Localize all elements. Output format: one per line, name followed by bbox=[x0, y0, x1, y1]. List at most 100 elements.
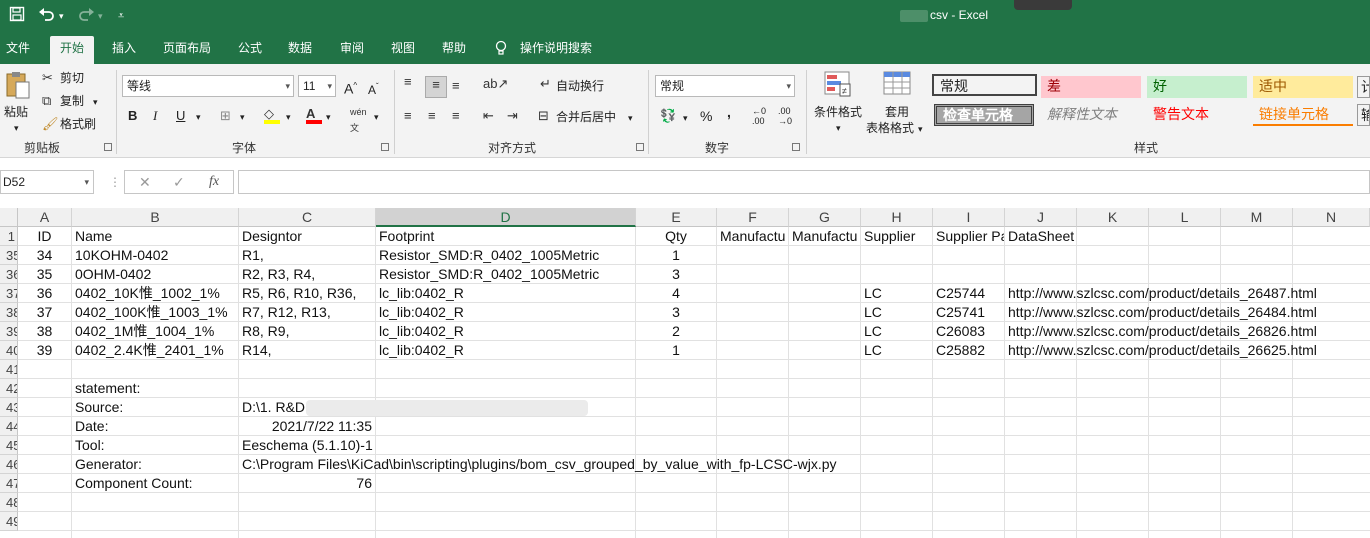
font-color-dropdown-icon[interactable]: ▾ bbox=[326, 109, 331, 125]
cell-qty[interactable]: 1 bbox=[636, 341, 716, 360]
cell-supplier[interactable]: LC bbox=[861, 303, 882, 322]
underline-dropdown-icon[interactable]: ▾ bbox=[196, 109, 201, 125]
header-cell[interactable]: Manufactu bbox=[717, 227, 788, 246]
font-color-icon[interactable]: A bbox=[306, 106, 322, 124]
source-label[interactable]: Source: bbox=[72, 398, 123, 417]
cancel-icon[interactable]: ✕ bbox=[139, 174, 151, 190]
tool-value[interactable]: Eeschema (5.1.10)-1 bbox=[239, 436, 375, 455]
row-header[interactable]: 36 bbox=[0, 265, 18, 284]
font-name-select[interactable]: 等线 ▾ bbox=[122, 75, 294, 97]
cell-datasheet[interactable]: http://www.szlcsc.com/product/details_26… bbox=[1005, 341, 1317, 360]
header-cell[interactable]: Manufactu bbox=[789, 227, 860, 246]
border-dropdown-icon[interactable]: ▾ bbox=[240, 109, 245, 125]
format-as-table-icon[interactable] bbox=[882, 70, 914, 98]
header-cell[interactable]: DataSheet bbox=[1005, 227, 1074, 246]
row-header[interactable]: 42 bbox=[0, 379, 18, 398]
align-bottom-icon[interactable]: ≡ bbox=[452, 78, 460, 94]
cell-datasheet[interactable]: http://www.szlcsc.com/product/details_26… bbox=[1005, 322, 1317, 341]
style-calculation[interactable]: 计 bbox=[1357, 76, 1370, 98]
customize-qat-icon[interactable]: ⩡ bbox=[118, 6, 124, 26]
italic-button[interactable]: I bbox=[153, 108, 157, 124]
undo-icon[interactable] bbox=[38, 6, 56, 28]
row-header[interactable]: 35 bbox=[0, 246, 18, 265]
tab-file[interactable]: 文件 bbox=[6, 40, 30, 56]
row-header[interactable]: 49 bbox=[0, 512, 18, 531]
cell-name[interactable]: 0402_1M惟_1004_1% bbox=[72, 322, 238, 341]
cell-name[interactable]: 0402_2.4K惟_2401_1% bbox=[72, 341, 238, 360]
style-input[interactable]: 输 bbox=[1357, 104, 1370, 126]
tab-page-layout[interactable]: 页面布局 bbox=[163, 40, 211, 56]
row-header[interactable]: 1 bbox=[0, 227, 18, 246]
component-count-label[interactable]: Component Count: bbox=[72, 474, 193, 493]
cell-supplier-part[interactable]: C26083 bbox=[933, 322, 985, 341]
conditional-format-button[interactable]: 条件格式 bbox=[814, 104, 862, 120]
style-good[interactable]: 好 bbox=[1147, 76, 1247, 98]
tab-formulas[interactable]: 公式 bbox=[238, 40, 262, 56]
comma-button[interactable]: , bbox=[727, 104, 731, 120]
cell-supplier[interactable]: LC bbox=[861, 341, 882, 360]
source-value[interactable]: D:\1. R&D bbox=[239, 398, 305, 417]
column-header-i[interactable]: I bbox=[933, 208, 1005, 227]
font-size-select[interactable]: 11 ▾ bbox=[298, 75, 336, 97]
format-as-table-button[interactable]: 表格格式 bbox=[866, 120, 914, 136]
header-cell[interactable]: Supplier Pa bbox=[933, 227, 1004, 246]
cell-footprint[interactable]: lc_lib:0402_R bbox=[376, 303, 464, 322]
enter-icon[interactable]: ✓ bbox=[173, 174, 185, 190]
currency-icon[interactable]: 💱 bbox=[660, 108, 676, 124]
paste-button[interactable]: 粘贴 bbox=[4, 104, 28, 120]
align-right-icon[interactable]: ≡ bbox=[452, 108, 460, 124]
row-header[interactable]: 41 bbox=[0, 360, 18, 379]
tab-help[interactable]: 帮助 bbox=[442, 40, 466, 56]
row-header[interactable]: 38 bbox=[0, 303, 18, 322]
shrink-font-button[interactable]: Aˇ bbox=[368, 79, 379, 98]
cell-name[interactable]: 0OHM-0402 bbox=[72, 265, 151, 284]
copy-icon[interactable]: ⧉ bbox=[42, 93, 51, 109]
header-cell[interactable]: Qty bbox=[636, 227, 716, 246]
cell-id[interactable]: 36 bbox=[18, 284, 71, 303]
row-header[interactable]: 37 bbox=[0, 284, 18, 303]
currency-dropdown-icon[interactable]: ▾ bbox=[683, 110, 688, 126]
style-warning[interactable]: 警告文本 bbox=[1147, 104, 1247, 126]
row-header[interactable]: 39 bbox=[0, 322, 18, 341]
cell-supplier-part[interactable]: C25882 bbox=[933, 341, 985, 360]
generator-label[interactable]: Generator: bbox=[72, 455, 142, 474]
save-icon[interactable] bbox=[9, 6, 25, 28]
wrap-text-icon[interactable]: ↵ bbox=[540, 76, 551, 92]
number-launcher-icon[interactable] bbox=[792, 143, 800, 151]
column-header-h[interactable]: H bbox=[861, 208, 933, 227]
undo-dropdown-icon[interactable]: ▾ bbox=[59, 6, 64, 26]
header-cell[interactable]: Footprint bbox=[376, 227, 434, 246]
orientation-icon[interactable]: ab↗ bbox=[483, 76, 508, 92]
tab-insert[interactable]: 插入 bbox=[112, 40, 136, 56]
style-normal[interactable]: 常规 bbox=[932, 74, 1037, 96]
row-header[interactable]: 48 bbox=[0, 493, 18, 512]
style-bad[interactable]: 差 bbox=[1041, 76, 1141, 98]
format-painter-icon[interactable]: 🖌 bbox=[42, 116, 59, 132]
number-format-select[interactable]: 常规 ▾ bbox=[655, 75, 795, 97]
copy-dropdown-icon[interactable]: ▾ bbox=[93, 94, 98, 110]
column-header-d[interactable]: D bbox=[376, 208, 636, 227]
cell-qty[interactable]: 1 bbox=[636, 246, 716, 265]
fill-color-icon[interactable]: ◇ bbox=[264, 106, 280, 124]
merge-dropdown-icon[interactable]: ▾ bbox=[628, 110, 633, 126]
formula-input[interactable] bbox=[238, 170, 1370, 194]
tab-home[interactable]: 开始 bbox=[50, 36, 95, 64]
row-header[interactable]: 43 bbox=[0, 398, 18, 417]
format-as-table-label-1[interactable]: 套用 bbox=[885, 104, 909, 120]
align-left-icon[interactable]: ≡ bbox=[404, 108, 412, 124]
style-explanatory[interactable]: 解释性文本 bbox=[1041, 104, 1141, 126]
font-launcher-icon[interactable] bbox=[381, 143, 389, 151]
align-middle-icon[interactable]: ≡ bbox=[425, 76, 447, 98]
component-count-value[interactable]: 76 bbox=[239, 474, 375, 493]
cell-name[interactable]: 0402_100K惟_1003_1% bbox=[72, 303, 238, 322]
row-header[interactable]: 46 bbox=[0, 455, 18, 474]
conditional-dropdown-icon[interactable]: ▾ bbox=[836, 120, 841, 136]
header-cell[interactable]: Designtor bbox=[239, 227, 302, 246]
cell-qty[interactable]: 3 bbox=[636, 265, 716, 284]
tell-me-search[interactable]: 操作说明搜索 bbox=[520, 40, 592, 56]
alignment-launcher-icon[interactable] bbox=[636, 143, 644, 151]
increase-indent-icon[interactable]: ⇥ bbox=[507, 108, 518, 124]
row-header[interactable]: 47 bbox=[0, 474, 18, 493]
decrease-decimal-icon[interactable]: .00 →0 bbox=[778, 106, 792, 126]
cell-footprint[interactable]: lc_lib:0402_R bbox=[376, 341, 464, 360]
